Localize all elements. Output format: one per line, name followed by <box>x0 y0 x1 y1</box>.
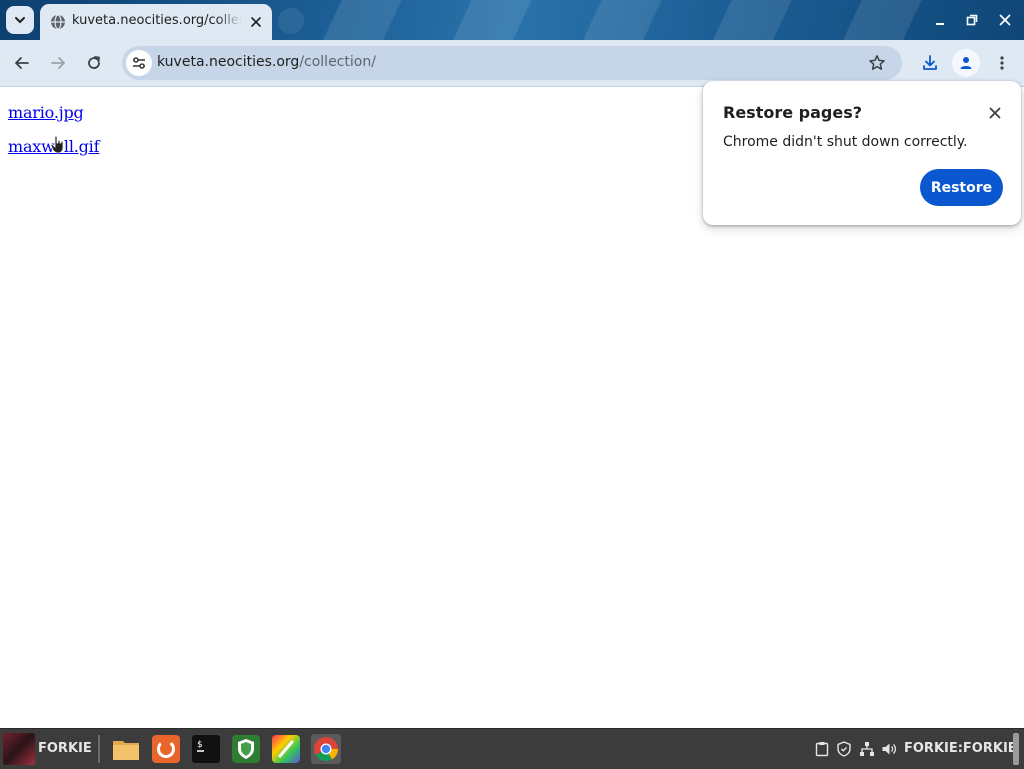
tab-active[interactable]: kuveta.neocities.org/collection/ <box>40 4 272 40</box>
minimize-button[interactable] <box>930 10 950 30</box>
close-icon <box>999 14 1011 26</box>
forward-button[interactable] <box>46 51 70 75</box>
svg-text:$: $ <box>197 740 202 750</box>
reload-button[interactable] <box>82 51 106 75</box>
taskbar: FORKIE $ FORKIE:FORKIE <box>0 728 1024 769</box>
restore-button[interactable]: Restore <box>920 169 1003 206</box>
taskbar-separator <box>98 735 100 763</box>
address-bar[interactable]: kuveta.neocities.org/collection/ <box>122 46 902 80</box>
show-desktop-handle[interactable] <box>1013 733 1019 765</box>
reload-icon <box>88 56 100 69</box>
user-label[interactable]: FORKIE:FORKIE <box>904 741 1017 756</box>
browser-menu-button[interactable] <box>988 49 1016 77</box>
shield-app-icon[interactable] <box>231 734 261 764</box>
download-icon <box>923 55 937 70</box>
bubble-title: Restore pages? <box>723 103 863 122</box>
hand-cursor-icon <box>50 135 64 154</box>
bubble-message: Chrome didn't shut down correctly. <box>723 134 968 150</box>
url-path: /collection/ <box>299 54 376 70</box>
tab-close-button[interactable] <box>247 13 265 31</box>
kebab-menu-icon <box>1000 56 1004 70</box>
link-mario[interactable]: mario.jpg <box>8 103 84 122</box>
url-text: kuveta.neocities.org/collection/ <box>157 54 376 70</box>
restore-window-icon <box>966 14 978 26</box>
volume-icon[interactable] <box>881 741 897 757</box>
downloads-button[interactable] <box>916 49 944 77</box>
clipboard-icon[interactable] <box>814 741 830 757</box>
paint-app-icon[interactable] <box>271 734 301 764</box>
start-label[interactable]: FORKIE <box>38 741 92 756</box>
terminal-icon[interactable]: $ <box>191 734 221 764</box>
star-icon[interactable] <box>868 54 886 72</box>
arrow-right-icon <box>51 57 65 69</box>
close-icon <box>251 17 261 27</box>
network-icon[interactable] <box>859 741 875 757</box>
tab-strip: kuveta.neocities.org/collection/ <box>0 0 1024 40</box>
browser-toolbar: kuveta.neocities.org/collection/ <box>0 40 1024 87</box>
profile-button[interactable] <box>952 49 980 77</box>
start-menu-button[interactable] <box>3 733 35 765</box>
close-window-button[interactable] <box>995 10 1015 30</box>
bubble-close-button[interactable] <box>985 103 1005 123</box>
restore-window-button[interactable] <box>962 10 982 30</box>
chevron-down-icon <box>15 17 25 24</box>
security-icon[interactable] <box>836 741 852 757</box>
tab-title: kuveta.neocities.org/collection/ <box>72 13 242 28</box>
restore-pages-bubble: Restore pages? Chrome didn't shut down c… <box>703 81 1021 225</box>
tune-icon <box>133 57 145 69</box>
url-host: kuveta.neocities.org <box>157 54 300 70</box>
chrome-icon[interactable] <box>311 734 341 764</box>
globe-icon <box>51 14 65 30</box>
site-info-button[interactable] <box>126 50 152 76</box>
new-tab-button[interactable] <box>278 8 304 34</box>
close-icon <box>989 107 1001 119</box>
firefox-icon[interactable] <box>151 734 181 764</box>
person-icon <box>960 57 972 69</box>
back-button[interactable] <box>10 51 34 75</box>
tab-search-button[interactable] <box>6 6 34 34</box>
file-manager-icon[interactable] <box>111 734 141 764</box>
arrow-left-icon <box>15 57 29 69</box>
minimize-icon <box>936 23 944 25</box>
